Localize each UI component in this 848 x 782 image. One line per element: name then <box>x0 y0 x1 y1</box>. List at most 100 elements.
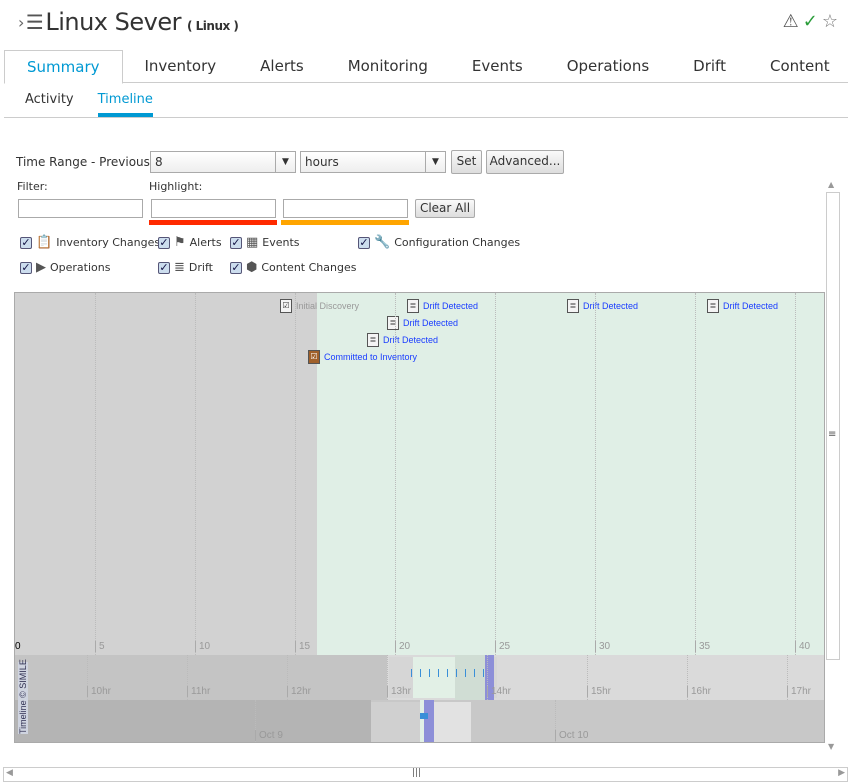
simile-credit: Timeline © SIMILE <box>18 659 28 734</box>
tick-label: 0 <box>15 641 21 652</box>
amount-select[interactable]: 8 ▼ <box>150 151 296 173</box>
scroll-right-icon[interactable]: ▶ <box>838 768 845 778</box>
event-drift-detected[interactable]: ≣ Drift Detected <box>367 333 438 347</box>
event-ticks <box>411 669 491 677</box>
event-drift-detected[interactable]: ≣ Drift Detected <box>387 316 458 330</box>
highlight-input-2[interactable] <box>283 199 408 218</box>
unit-value: hours <box>305 155 339 169</box>
document-icon: ≣ <box>367 333 379 347</box>
tick-label: 15hr <box>587 686 611 697</box>
tab-monitoring[interactable]: Monitoring <box>326 50 450 82</box>
checkbox-alerts[interactable]: ✓ ⚑ Alerts <box>158 235 222 250</box>
play-circle-icon: ▶ <box>36 260 46 275</box>
tick-label: 17hr <box>787 686 811 697</box>
main-tabs: Summary Inventory Alerts Monitoring Even… <box>4 50 848 84</box>
tick-label: 13hr <box>387 686 411 697</box>
tab-drift[interactable]: Drift <box>671 50 748 82</box>
tab-summary[interactable]: Summary <box>4 50 123 84</box>
day-band-past <box>15 700 371 742</box>
hour-band-range <box>413 657 455 698</box>
event-drift-detected[interactable]: ≣ Drift Detected <box>707 299 778 313</box>
tick-label: 16hr <box>687 686 711 697</box>
horizontal-scrollbar[interactable]: ◀ ||| ▶ <box>3 767 848 782</box>
gridline <box>295 293 296 655</box>
tick-label: 30 <box>595 641 610 652</box>
tick-label: 40 <box>795 641 810 652</box>
tick-label: 14hr <box>487 686 511 697</box>
resource-title: › ☰ Linux Sever ( Linux ) <box>18 8 239 36</box>
amount-value: 8 <box>155 155 163 169</box>
checkbox-configuration-changes[interactable]: ✓ 🔧 Configuration Changes <box>358 235 520 250</box>
clipboard-icon: 📋 <box>36 235 53 250</box>
gridline <box>395 293 396 655</box>
gridline <box>195 293 196 655</box>
timeline-widget[interactable]: ☑ Initial Discovery ≣ Drift Detected ≣ Drif… <box>14 292 825 743</box>
gridline <box>695 293 696 655</box>
tab-content[interactable]: Content <box>748 50 848 82</box>
clipboard-icon: ☑ <box>280 299 292 313</box>
subtab-activity[interactable]: Activity <box>4 88 84 117</box>
advanced-button[interactable]: Advanced... <box>486 150 564 174</box>
set-button[interactable]: Set <box>451 150 482 174</box>
chevron-right-icon[interactable]: › <box>18 13 24 32</box>
unit-select[interactable]: hours ▼ <box>300 151 446 173</box>
resource-name: Linux Sever <box>45 8 181 36</box>
document-icon: ≣ <box>567 299 579 313</box>
event-drift-detected[interactable]: ≣ Drift Detected <box>407 299 478 313</box>
filter-input[interactable] <box>18 199 143 218</box>
document-icon: ≣ <box>174 260 185 275</box>
main-band-range <box>317 293 824 655</box>
document-icon: ≣ <box>387 316 399 330</box>
checkbox-drift[interactable]: ✓ ≣ Drift <box>158 260 213 275</box>
subtab-timeline[interactable]: Timeline <box>97 88 153 117</box>
tab-alerts[interactable]: Alerts <box>238 50 326 82</box>
gridline <box>95 293 96 655</box>
tab-events[interactable]: Events <box>450 50 545 82</box>
wrench-icon: 🔧 <box>374 235 391 250</box>
server-icon: ☰ <box>25 10 44 34</box>
day-band-window-end <box>434 702 471 742</box>
checkbox-content-changes[interactable]: ✓ ⬢ Content Changes <box>230 260 356 275</box>
calendar-icon: ▦ <box>246 235 259 250</box>
package-icon: ⬢ <box>246 260 258 275</box>
checkbox-operations[interactable]: ✓ ▶ Operations <box>20 260 110 275</box>
gridline <box>495 293 496 655</box>
tick-label: 12hr <box>287 686 311 697</box>
event-committed-to-inventory[interactable]: ☑ Committed to Inventory <box>308 350 417 364</box>
chevron-down-icon[interactable]: ▼ <box>275 152 295 172</box>
tick-label: Oct 10 <box>555 730 588 741</box>
tab-operations[interactable]: Operations <box>545 50 671 82</box>
scroll-grip-icon[interactable]: ≡ <box>828 429 836 440</box>
event-initial-discovery[interactable]: ☑ Initial Discovery <box>280 299 359 313</box>
clipboard-icon: ☑ <box>308 350 320 364</box>
tab-inventory[interactable]: Inventory <box>123 50 239 82</box>
star-icon[interactable]: ☆ <box>822 11 838 32</box>
filter-label: Filter: <box>17 180 48 193</box>
highlight-color-2 <box>281 220 409 225</box>
highlight-input-1[interactable] <box>151 199 276 218</box>
warning-icon[interactable]: ⚠ <box>783 11 799 32</box>
tick-label: 20 <box>395 641 410 652</box>
tick-label: 10hr <box>87 686 111 697</box>
scroll-down-icon[interactable]: ▼ <box>828 742 834 751</box>
tick-label: Oct 9 <box>255 730 283 741</box>
gridline <box>795 293 796 655</box>
resource-type: ( Linux ) <box>186 19 239 33</box>
tick-label: 10 <box>195 641 210 652</box>
hour-band-range-end <box>455 655 485 700</box>
scroll-grip-icon[interactable]: ||| <box>412 768 421 778</box>
tick-label: 25 <box>495 641 510 652</box>
document-icon: ≣ <box>407 299 419 313</box>
scroll-up-icon[interactable]: ▲ <box>828 180 834 189</box>
checkbox-events[interactable]: ✓ ▦ Events <box>230 235 300 250</box>
checkbox-inventory-changes[interactable]: ✓ 📋 Inventory Changes <box>20 235 160 250</box>
clear-all-button[interactable]: Clear All <box>415 199 475 218</box>
event-drift-detected[interactable]: ≣ Drift Detected <box>567 299 638 313</box>
tick-label: 5 <box>95 641 105 652</box>
scroll-left-icon[interactable]: ◀ <box>6 768 13 778</box>
chevron-down-icon[interactable]: ▼ <box>425 152 445 172</box>
vertical-scrollbar[interactable] <box>826 192 840 660</box>
highlight-label: Highlight: <box>149 180 203 193</box>
check-circle-icon[interactable]: ✓ <box>803 11 818 32</box>
day-now-marker <box>424 700 434 742</box>
